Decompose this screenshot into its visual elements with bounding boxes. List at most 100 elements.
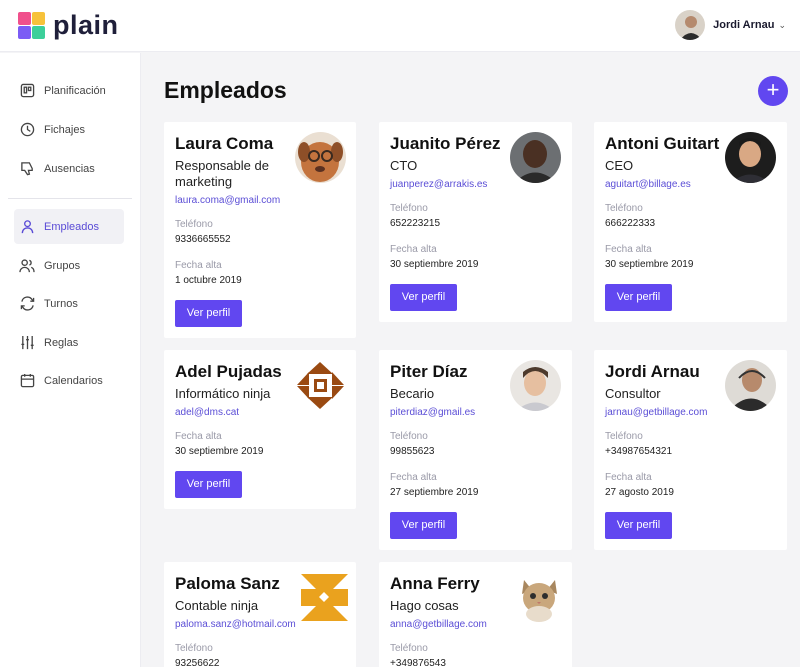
board-icon: [19, 83, 35, 99]
identicon-avatar: [295, 360, 346, 411]
employee-email[interactable]: adel@dms.cat: [175, 407, 239, 418]
sidebar-item-label: Empleados: [44, 220, 100, 233]
employee-start-date: 27 agosto 2019: [605, 487, 674, 498]
sidebar-item-label: Calendarios: [44, 374, 103, 387]
employee-email[interactable]: jarnau@getbillage.com: [605, 407, 707, 418]
phone-label: Teléfono: [390, 431, 428, 442]
sidebar-item-label: Planificación: [44, 84, 106, 97]
view-profile-button[interactable]: Ver perfil: [175, 471, 242, 498]
employee-card: Adel Pujadas Informático ninja adel@dms.…: [164, 350, 356, 509]
thumbs-down-icon: [19, 161, 35, 177]
employee-phone: 99855623: [390, 446, 435, 457]
brand-logo[interactable]: plain: [18, 11, 119, 39]
employee-avatar: [510, 132, 561, 183]
employee-card: Juanito Pérez CTO juanperez@arrakis.es T…: [379, 122, 572, 322]
phone-label: Teléfono: [175, 643, 213, 654]
sidebar-item-calendarios[interactable]: Calendarios: [14, 363, 124, 398]
employee-avatar: [725, 132, 776, 183]
employee-role: Contable ninja: [175, 598, 259, 613]
calendar-icon: [19, 373, 35, 389]
view-profile-button[interactable]: Ver perfil: [175, 300, 242, 327]
employee-card: Anna Ferry Hago cosas anna@getbillage.co…: [379, 562, 572, 667]
employee-phone: 9336665552: [175, 234, 231, 245]
employee-card: Paloma Sanz Contable ninja paloma.sanz@h…: [164, 562, 356, 667]
start-date-label: Fecha alta: [390, 472, 437, 483]
employee-email[interactable]: anna@getbillage.com: [390, 619, 487, 630]
sidebar-divider: [8, 198, 132, 199]
start-date-label: Fecha alta: [175, 431, 222, 442]
refresh-icon: [19, 296, 35, 312]
start-date-label: Fecha alta: [175, 260, 222, 271]
employee-card: Laura Coma Responsable de marketing laur…: [164, 122, 356, 338]
page-title: Empleados: [164, 77, 287, 103]
user-menu[interactable]: Jordi Arnau ⌄: [675, 10, 786, 40]
employee-name: Antoni Guitart: [605, 134, 720, 153]
user-avatar: [675, 10, 706, 40]
start-date-label: Fecha alta: [605, 472, 652, 483]
employee-email[interactable]: juanperez@arrakis.es: [390, 179, 487, 190]
user-icon: [19, 219, 35, 235]
employee-start-date: 30 septiembre 2019: [390, 259, 479, 270]
employee-role: Informático ninja: [175, 386, 271, 401]
employee-start-date: 1 octubre 2019: [175, 275, 242, 286]
view-profile-button[interactable]: Ver perfil: [605, 284, 672, 311]
phone-label: Teléfono: [390, 203, 428, 214]
top-bar: plain Jordi Arnau ⌄: [0, 0, 800, 52]
employee-name: Laura Coma: [175, 134, 274, 153]
employee-email[interactable]: piterdiaz@gmail.es: [390, 407, 475, 418]
employee-role: CTO: [390, 158, 418, 173]
sliders-icon: [19, 335, 35, 351]
employee-card: Antoni Guitart CEO aguitart@billage.es T…: [594, 122, 787, 322]
employee-phone: 666222333: [605, 218, 656, 229]
view-profile-button[interactable]: Ver perfil: [605, 512, 672, 539]
users-icon: [19, 258, 35, 274]
sidebar-item-label: Turnos: [44, 297, 78, 310]
employee-avatar: [510, 360, 561, 411]
employee-name: Piter Díaz: [390, 362, 468, 381]
sidebar: Planificación Fichajes Ausencias Emplead…: [0, 53, 141, 667]
dog-avatar: [295, 132, 346, 183]
sidebar-item-ausencias[interactable]: Ausencias: [14, 151, 124, 186]
sidebar-item-label: Fichajes: [44, 123, 85, 136]
identicon-avatar: [299, 572, 350, 623]
employee-role: Responsable de marketing: [175, 158, 269, 189]
employee-role: Becario: [390, 386, 435, 401]
sidebar-item-turnos[interactable]: Turnos: [14, 286, 124, 321]
employee-role: CEO: [605, 158, 634, 173]
brand-name: plain: [53, 10, 119, 40]
start-date-label: Fecha alta: [390, 244, 437, 255]
employee-name: Juanito Pérez: [390, 134, 501, 153]
user-name: Jordi Arnau: [713, 19, 775, 31]
clock-icon: [19, 122, 35, 138]
view-profile-button[interactable]: Ver perfil: [390, 512, 457, 539]
sidebar-item-fichajes[interactable]: Fichajes: [14, 112, 124, 147]
logo-mark-icon: [18, 11, 45, 39]
employee-phone: 93256622: [175, 658, 220, 667]
employee-name: Adel Pujadas: [175, 362, 282, 381]
employee-phone: +34987654321: [605, 446, 673, 457]
sidebar-item-label: Ausencias: [44, 162, 95, 175]
start-date-label: Fecha alta: [605, 244, 652, 255]
sidebar-item-empleados[interactable]: Empleados: [14, 209, 124, 244]
phone-label: Teléfono: [175, 219, 213, 230]
employee-role: Consultor: [605, 386, 661, 401]
add-employee-button[interactable]: +: [758, 76, 788, 106]
employee-email[interactable]: paloma.sanz@hotmail.com: [175, 619, 296, 630]
phone-label: Teléfono: [605, 431, 643, 442]
phone-label: Teléfono: [605, 203, 643, 214]
employee-card: Jordi Arnau Consultor jarnau@getbillage.…: [594, 350, 787, 550]
employee-role: Hago cosas: [390, 598, 459, 613]
sidebar-item-grupos[interactable]: Grupos: [14, 248, 124, 283]
chevron-down-icon: ⌄: [778, 19, 786, 30]
view-profile-button[interactable]: Ver perfil: [390, 284, 457, 311]
employee-phone: +349876543: [390, 658, 446, 667]
employee-email[interactable]: aguitart@billage.es: [605, 179, 691, 190]
sidebar-item-label: Grupos: [44, 259, 81, 272]
sidebar-item-reglas[interactable]: Reglas: [14, 325, 124, 360]
employee-name: Jordi Arnau: [605, 362, 700, 381]
employee-email[interactable]: laura.coma@gmail.com: [175, 195, 280, 206]
employee-name: Anna Ferry: [390, 574, 480, 593]
employee-avatar: [725, 360, 776, 411]
employee-start-date: 30 septiembre 2019: [175, 446, 264, 457]
sidebar-item-planificacion[interactable]: Planificación: [14, 73, 124, 108]
